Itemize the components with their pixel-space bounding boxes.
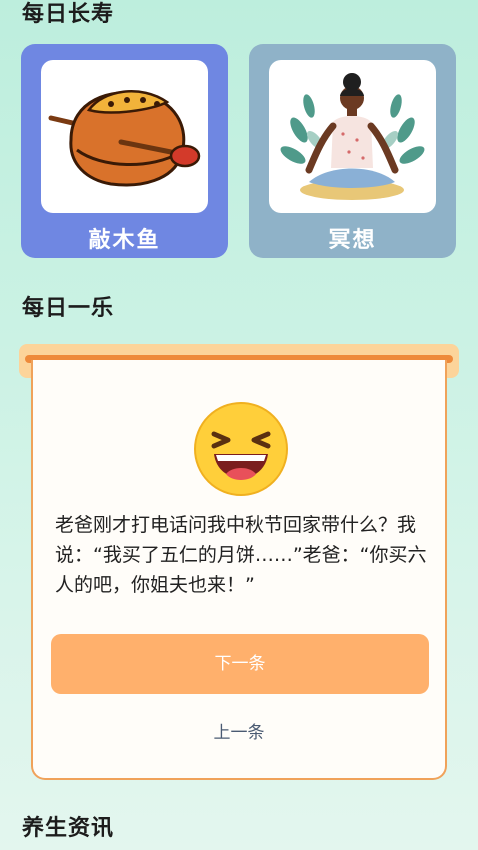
next-joke-button[interactable]: 下一条 xyxy=(51,634,429,694)
section-title-longevity: 每日长寿 xyxy=(22,2,115,27)
section-title-health-news: 养生资讯 xyxy=(22,816,115,841)
meditation-icon xyxy=(269,60,436,213)
prev-joke-button[interactable]: 上一条 xyxy=(33,718,445,743)
card-meditation[interactable]: 冥想 xyxy=(249,44,456,258)
joke-text: 老爸刚才打电话问我中秋节回家带什么？我说：“我买了五仁的月饼……”老爸：“你买六… xyxy=(55,514,427,596)
card-label-wooden-fish: 敲木鱼 xyxy=(88,228,161,253)
wooden-fish-icon xyxy=(41,60,208,213)
card-wooden-fish[interactable]: 敲木鱼 xyxy=(21,44,228,258)
joke-card: 老爸刚才打电话问我中秋节回家带什么？我说：“我买了五仁的月饼……”老爸：“你买六… xyxy=(31,360,447,780)
card-label-meditation: 冥想 xyxy=(328,228,377,253)
laughing-face-icon xyxy=(192,400,290,498)
section-title-daily-fun: 每日一乐 xyxy=(22,296,115,321)
